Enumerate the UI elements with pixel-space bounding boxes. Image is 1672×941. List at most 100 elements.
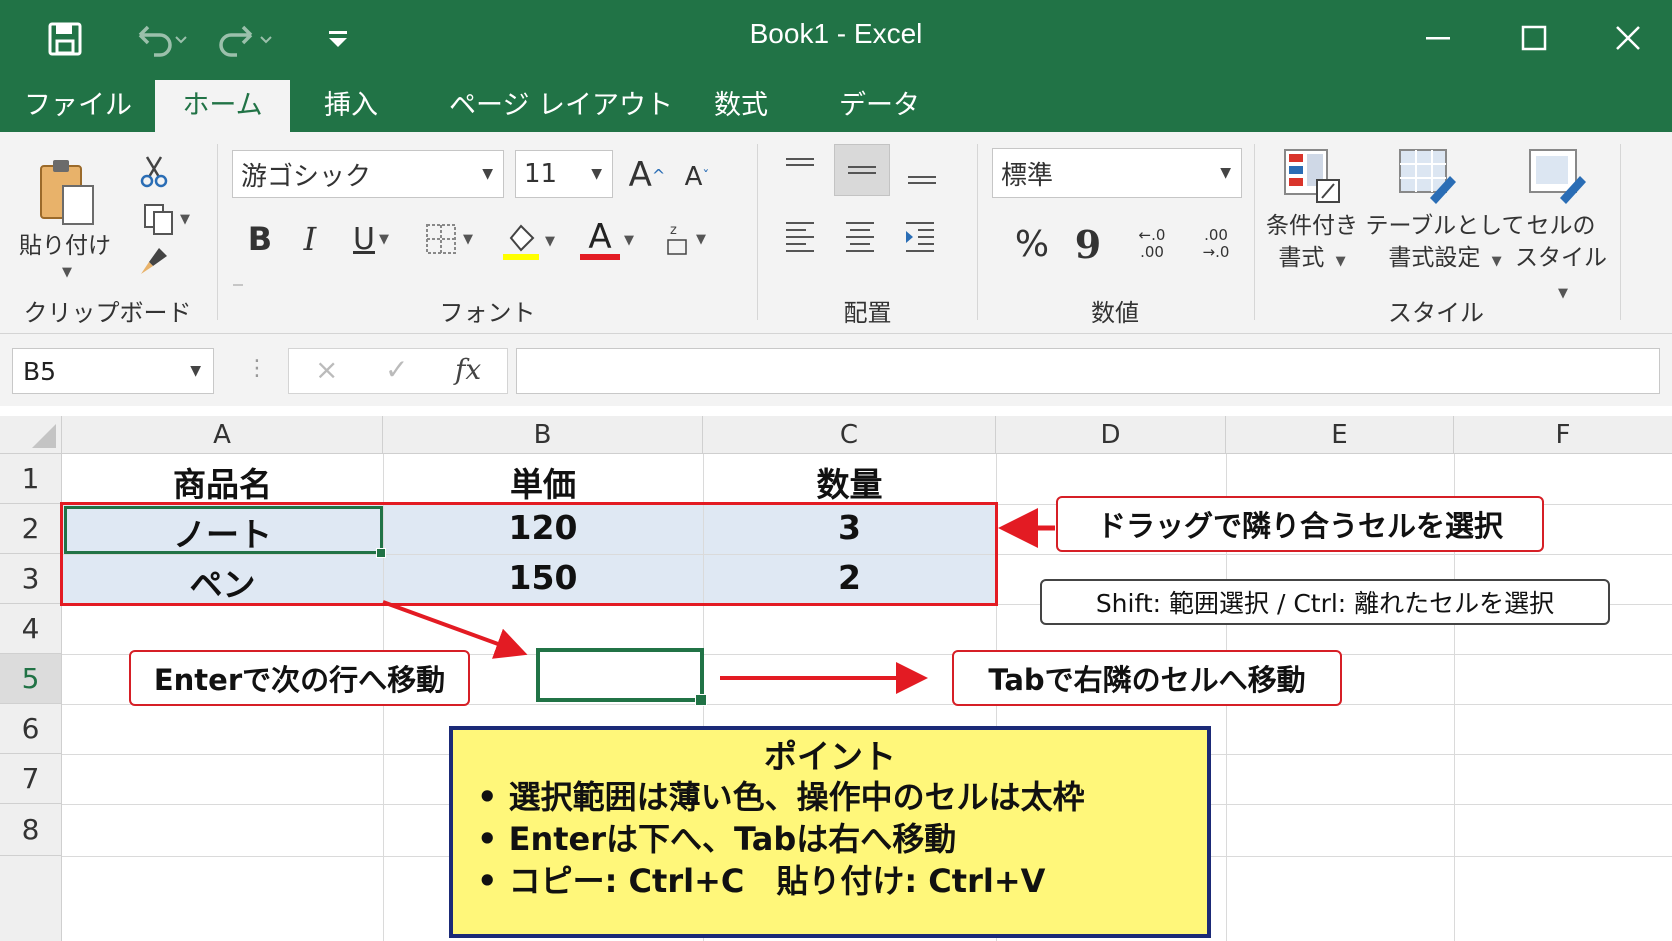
clipboard-group-label: クリップボード [23,299,192,327]
number-group: 標準 ▼ % 9 ←.0.00 .00 →.0 数値 [980,140,1250,328]
font-name-select[interactable]: 游ゴシック ▼ [232,150,504,198]
grow-font-button[interactable]: A ^ [625,152,669,198]
minimize-icon[interactable] [1398,10,1478,66]
formula-bar: B5 ▼ ⋮ × ✓ fx [0,334,1672,406]
tab-file[interactable]: ファイル [20,80,136,132]
ribbon-separator [1620,144,1621,320]
tab-page-layout[interactable]: ページ レイアウト [445,80,677,132]
chevron-down-icon: ▼ [1220,165,1231,181]
italic-button[interactable]: I [290,214,330,264]
font-size-value: 11 [524,159,558,189]
alignment-group: 配置 [760,140,975,328]
worksheet-grid[interactable]: A B C D E F 1 2 3 4 5 6 7 8 商品名 単価 数量 ノー… [0,406,1672,941]
shift-ctrl-callout: Shift: 範囲選択 / Ctrl: 離れたセルを選択 [1040,579,1610,625]
font-size-select[interactable]: 11 ▼ [515,150,613,198]
cell-styles-label-2: スタイル [1515,245,1607,271]
align-bottom-icon[interactable] [900,150,944,194]
styles-group-label: スタイル [1388,299,1484,327]
insert-function-icon[interactable]: fx [455,353,481,386]
font-group: 游ゴシック ▼ 11 ▼ A ^ Aˇ B I U ▼ ▼ ▼ A ▼ z ▼ フォント [220,140,755,328]
decrease-decimal-bottom: →.0 [1202,243,1230,261]
point-line-1: • 選択範囲は薄い色、操作中のセルは太枠 [477,778,1085,816]
tab-formulas[interactable]: 数式 [710,80,772,132]
underline-icon: U [353,221,375,257]
point-title: ポイント [764,737,896,776]
conditional-formatting-button[interactable]: 条件付き 書式 ▼ [1256,210,1368,278]
paste-label[interactable]: 貼り付け [10,230,120,262]
arrow-enter-down [382,600,528,659]
number-format-select[interactable]: 標準 ▼ [992,148,1242,198]
format-as-table-label-1: テーブルとして [1365,213,1525,239]
increase-decimal-bottom: .00 [1140,243,1164,261]
shrink-font-button[interactable]: Aˇ [675,156,719,198]
borders-button[interactable]: ▼ [412,214,484,264]
grow-font-icon: A [628,155,652,195]
format-as-table-button[interactable]: テーブルとして 書式設定 ▼ [1360,210,1530,278]
tab-insert[interactable]: 挿入 [320,80,382,132]
formula-input[interactable] [516,348,1660,394]
decrease-decimal-button[interactable]: .00 →.0 [1186,218,1246,270]
comma-style-button[interactable]: 9 [1068,222,1108,267]
styles-group: 条件付き 書式 ▼ テーブルとして 書式設定 ▼ セルの スタイル ▼ スタイル [1256,140,1616,328]
svg-text:z: z [670,223,677,238]
name-box-value: B5 [23,356,57,386]
format-as-table-label-2: 書式設定 [1388,245,1481,271]
point-box: ポイント • 選択範囲は薄い色、操作中のセルは太枠 • Enterは下へ、Tab… [449,726,1211,938]
drag-select-callout: ドラッグで隣り合うセルを選択 [1056,496,1544,552]
enter-move-callout: Enterで次の行へ移動 [129,650,470,706]
shrink-font-icon: A [684,162,703,192]
number-group-label: 数値 [1091,299,1139,327]
cut-icon[interactable] [136,152,172,190]
format-as-table-icon[interactable] [1394,144,1460,208]
formula-buttons: × ✓ fx [288,348,508,394]
align-middle-icon[interactable] [834,144,890,196]
ribbon-separator [977,144,978,320]
cell-styles-icon[interactable] [1524,144,1590,208]
decrease-decimal-top: .00 [1204,226,1228,244]
tab-home[interactable]: ホーム [155,80,290,132]
unused [233,284,243,286]
ribbon: 貼り付け ▼ ▼ クリップボード 游ゴシック ▼ 11 ▼ A ^ Aˇ B I U ▼… [0,132,1672,334]
percent-button[interactable]: % [1010,222,1054,266]
chevron-down-icon: ▼ [190,363,201,379]
align-left-icon[interactable] [778,212,822,260]
paste-icon[interactable] [30,154,102,230]
font-color-icon: A [588,217,612,257]
cell-styles-label-1: セルの [1526,213,1596,239]
align-center-icon[interactable] [838,212,882,260]
chevron-down-icon: ▼ [482,166,493,182]
ribbon-separator [1254,144,1255,320]
fill-color-button[interactable]: ▼ [492,214,564,268]
increase-decimal-button[interactable]: ←.0.00 [1122,218,1182,270]
maximize-icon[interactable] [1494,10,1574,66]
ribbon-separator [757,144,758,320]
number-format-value: 標準 [1001,160,1054,191]
ribbon-tabs: ファイル ホーム 挿入 ページ レイアウト 数式 データ [0,80,1672,132]
ribbon-separator [217,144,218,320]
phonetic-button[interactable]: z ▼ [650,214,720,264]
enter-icon[interactable]: ✓ [385,353,408,386]
bold-button[interactable]: B [240,214,280,264]
font-color-button[interactable]: A ▼ [570,212,644,268]
alignment-group-label: 配置 [843,299,892,327]
tab-data[interactable]: データ [835,80,924,132]
copy-icon[interactable]: ▼ [136,200,196,238]
font-name-value: 游ゴシック [241,161,372,192]
formula-bar-grip-icon[interactable]: ⋮ [246,356,268,381]
chevron-down-icon: ▼ [591,166,602,182]
cancel-icon[interactable]: × [315,353,338,386]
conditional-formatting-label-2: 書式 [1278,245,1325,271]
format-painter-icon[interactable] [136,242,172,280]
underline-button[interactable]: U ▼ [338,214,404,264]
tab-move-callout: Tabで右隣のセルへ移動 [952,650,1342,706]
align-top-icon[interactable] [778,148,822,192]
clipboard-group: 貼り付け ▼ ▼ クリップボード [0,140,215,328]
conditional-formatting-icon[interactable] [1282,144,1342,208]
close-icon[interactable] [1588,10,1668,66]
indent-icon[interactable] [898,212,942,260]
point-line-2: • Enterは下へ、Tabは右へ移動 [477,820,957,858]
font-group-label: フォント [439,299,536,327]
name-box[interactable]: B5 ▼ [12,348,214,394]
paste-dropdown-icon[interactable]: ▼ [55,262,75,282]
point-line-3: • コピー: Ctrl+C 貼り付け: Ctrl+V [477,862,1046,900]
